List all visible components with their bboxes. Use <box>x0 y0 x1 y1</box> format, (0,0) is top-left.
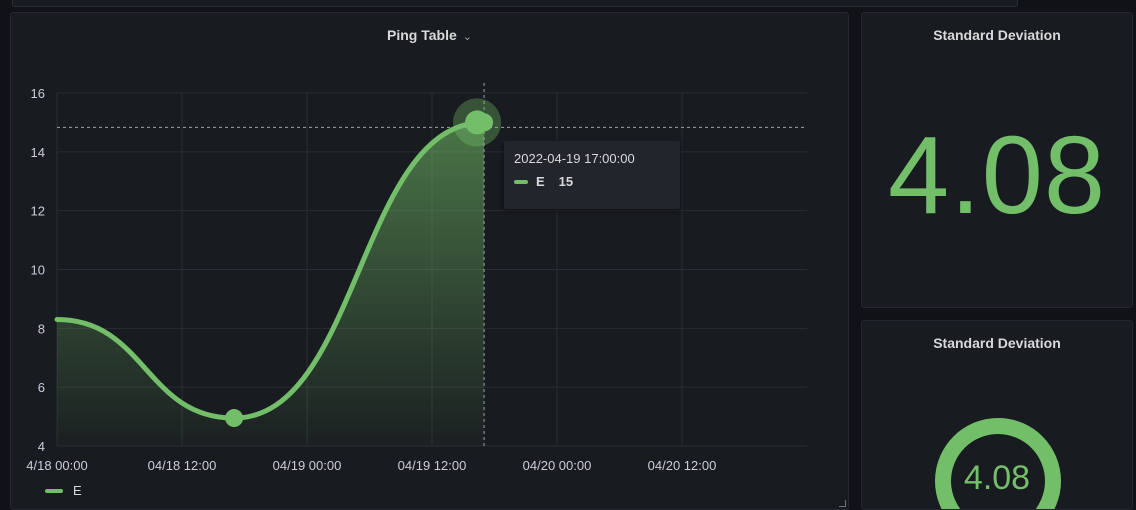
stat-value: 4.08 <box>887 114 1107 237</box>
top-panel-edge <box>12 0 1018 7</box>
tooltip-series-row: E 15 <box>514 174 670 189</box>
y-tick-label: 12 <box>31 204 45 219</box>
hover-point <box>465 110 490 135</box>
y-tick-label: 6 <box>38 380 45 395</box>
line-chart[interactable]: 4 6 8 10 12 14 16 4/18 00:00 04/18 12:00 04/19 00… <box>11 13 849 510</box>
tooltip-series-value: 15 <box>558 174 574 189</box>
series-area <box>57 122 485 447</box>
stat-panel-title[interactable]: Standard Deviation <box>862 27 1132 43</box>
legend-swatch <box>45 488 63 493</box>
legend-item-e[interactable]: E <box>45 483 82 498</box>
tooltip-series-name: E <box>536 174 545 189</box>
gauge-panel[interactable]: Standard Deviation 4.08 <box>861 320 1133 510</box>
x-tick-label: 04/20 00:00 <box>523 458 592 473</box>
legend-label[interactable]: E <box>73 483 82 498</box>
resize-handle-icon[interactable] <box>839 500 846 507</box>
x-tick-label: 04/18 12:00 <box>148 458 217 473</box>
timeseries-panel[interactable]: Ping Table ⌄ 4 6 8 10 12 14 16 4/18 00:00 04/18 1… <box>10 12 849 510</box>
gauge-value: 4.08 <box>963 459 1031 497</box>
y-tick-label: 10 <box>31 263 45 278</box>
x-tick-label: 4/18 00:00 <box>26 458 87 473</box>
data-point <box>225 409 244 428</box>
x-tick-label: 04/19 00:00 <box>273 458 342 473</box>
y-tick-label: 14 <box>31 145 45 160</box>
y-tick-label: 16 <box>31 86 45 101</box>
y-tick-label: 8 <box>38 321 45 336</box>
y-tick-label: 4 <box>38 439 45 454</box>
x-tick-label: 04/20 12:00 <box>648 458 717 473</box>
x-tick-label: 04/19 12:00 <box>398 458 467 473</box>
tooltip-series-swatch <box>514 179 528 184</box>
hover-tooltip: 2022-04-19 17:00:00 E 15 <box>504 141 680 209</box>
tooltip-time: 2022-04-19 17:00:00 <box>514 151 635 166</box>
stat-panel[interactable]: Standard Deviation 4.08 <box>861 12 1133 308</box>
